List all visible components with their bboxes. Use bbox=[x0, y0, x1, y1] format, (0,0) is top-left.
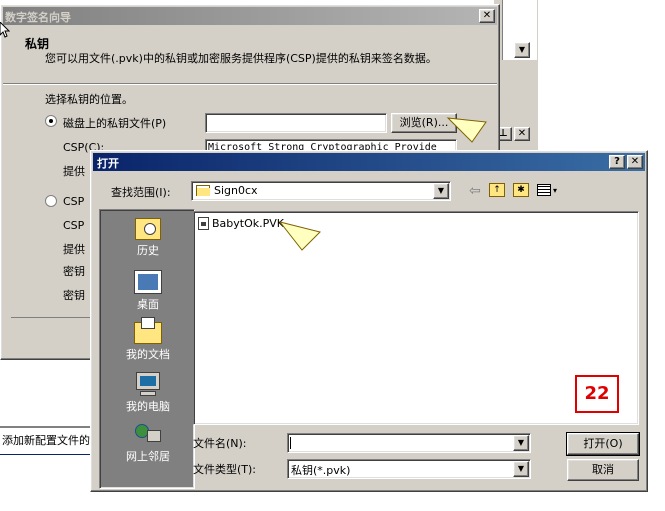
filetype-value: 私钥(*.pvk) bbox=[291, 464, 351, 477]
new-folder-icon[interactable]: ✱ bbox=[513, 183, 529, 197]
background-status-text: 添加新配置文件的 bbox=[2, 434, 90, 447]
background-status-area: 添加新配置文件的 bbox=[0, 360, 92, 490]
open-dialog: 打开 ? ✕ 查找范围(I): Sign0cx ▼ ⇦ ↑ ✱ ▾ 历史 桌面 bbox=[90, 150, 648, 492]
places-network-label: 网上邻居 bbox=[126, 450, 170, 463]
places-network[interactable]: 网上邻居 bbox=[100, 422, 196, 464]
pvk-file-icon bbox=[198, 217, 209, 230]
provider-type-label: 提供 bbox=[63, 165, 85, 178]
filetype-select[interactable]: 私钥(*.pvk) ▼ bbox=[287, 459, 531, 479]
filetype-dropdown-arrow[interactable]: ▼ bbox=[513, 461, 529, 477]
key-type-label: 密钥 bbox=[63, 289, 85, 302]
radio-csp[interactable] bbox=[45, 195, 57, 207]
my-computer-icon bbox=[135, 372, 161, 396]
provider2-label: 提供 bbox=[63, 243, 85, 256]
step-badge: 22 bbox=[575, 375, 619, 413]
places-my-computer[interactable]: 我的电脑 bbox=[100, 372, 196, 414]
network-places-icon bbox=[133, 422, 163, 446]
places-my-documents-label: 我的文档 bbox=[126, 348, 170, 361]
background-window: ▼ ⊥ ✕ bbox=[494, 0, 665, 150]
look-in-value: Sign0cx bbox=[214, 184, 258, 197]
open-button[interactable]: 打开(O) bbox=[566, 432, 640, 456]
wizard-section-title: 私钥 bbox=[25, 37, 50, 51]
places-history-label: 历史 bbox=[137, 244, 159, 257]
places-desktop[interactable]: 桌面 bbox=[100, 270, 196, 312]
select-location-label: 选择私钥的位置。 bbox=[45, 93, 133, 106]
open-titlebar: 打开 ? ✕ bbox=[93, 153, 645, 171]
places-desktop-label: 桌面 bbox=[137, 298, 159, 311]
wizard-titlebar: 数字签名向导 ✕ bbox=[3, 7, 497, 25]
places-history[interactable]: 历史 bbox=[100, 218, 196, 258]
help-button[interactable]: ? bbox=[609, 155, 625, 169]
radio-csp-label[interactable]: CSP bbox=[63, 195, 84, 208]
background-close-button[interactable]: ✕ bbox=[514, 127, 530, 141]
key-container-label: 密钥 bbox=[63, 265, 85, 278]
wizard-description: 您可以用文件(.pvk)中的私钥或加密服务提供程序(CSP)提供的私钥来签名数据… bbox=[45, 52, 437, 65]
up-folder-icon[interactable]: ↑ bbox=[489, 183, 505, 197]
places-my-documents[interactable]: 我的文档 bbox=[100, 317, 196, 362]
wizard-header: 私钥 您可以用文件(.pvk)中的私钥或加密服务提供程序(CSP)提供的私钥来签… bbox=[3, 25, 497, 83]
view-menu-icon[interactable] bbox=[537, 184, 551, 196]
look-in-select[interactable]: Sign0cx ▼ bbox=[191, 181, 451, 201]
filetype-label: 文件类型(T): bbox=[193, 463, 257, 476]
callout-pointer-browse bbox=[446, 117, 487, 143]
filename-dropdown-arrow[interactable]: ▼ bbox=[513, 435, 529, 451]
file-list[interactable]: BabytOk.PVK bbox=[193, 211, 639, 425]
places-bar: 历史 桌面 我的文档 我的电脑 网上邻居 bbox=[99, 209, 195, 489]
cancel-button[interactable]: 取消 bbox=[567, 459, 639, 481]
desktop-icon bbox=[134, 270, 162, 294]
step-badge-number: 22 bbox=[584, 383, 610, 404]
my-documents-icon bbox=[134, 317, 162, 344]
background-scrollbar[interactable]: ▼ bbox=[514, 42, 530, 58]
background-white-area bbox=[538, 0, 665, 150]
history-icon bbox=[135, 218, 161, 240]
filename-label: 文件名(N): bbox=[193, 437, 247, 450]
csp2-label: CSP bbox=[63, 219, 85, 232]
back-icon[interactable]: ⇦ bbox=[469, 184, 481, 198]
wizard-close-button[interactable]: ✕ bbox=[479, 9, 495, 23]
radio-disk-file-label[interactable]: 磁盘上的私钥文件(P) bbox=[63, 115, 166, 131]
callout-pointer-file bbox=[278, 221, 321, 251]
folder-icon bbox=[196, 185, 210, 196]
open-dialog-title: 打开 bbox=[97, 157, 119, 170]
places-my-computer-label: 我的电脑 bbox=[126, 400, 170, 413]
wizard-title: 数字签名向导 bbox=[5, 11, 71, 24]
view-menu-dropdown-icon[interactable]: ▾ bbox=[553, 186, 557, 195]
radio-disk-file[interactable] bbox=[45, 115, 57, 127]
filename-input[interactable]: ▼ bbox=[287, 433, 531, 453]
open-close-button[interactable]: ✕ bbox=[627, 155, 643, 169]
look-in-label: 查找范围(I): bbox=[111, 186, 171, 199]
look-in-dropdown-arrow[interactable]: ▼ bbox=[433, 183, 449, 199]
mouse-cursor-icon bbox=[0, 22, 10, 38]
file-name-babytok: BabytOk.PVK bbox=[212, 217, 284, 230]
private-key-file-input[interactable] bbox=[205, 113, 387, 133]
